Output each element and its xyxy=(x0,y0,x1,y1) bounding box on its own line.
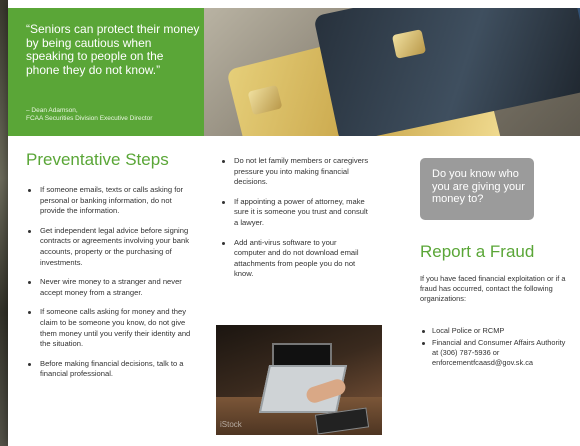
credit-cards-photo xyxy=(204,8,580,136)
list-item: If someone calls asking for money and th… xyxy=(26,307,198,349)
list-item: Get independent legal advice before sign… xyxy=(26,226,198,268)
list-item: Do not let family members or caregivers … xyxy=(220,156,370,188)
callout-text: Do you know who you are giving your mone… xyxy=(432,168,525,205)
quote-author: – Dean Adamson, xyxy=(26,107,78,114)
report-fraud-heading: Report a Fraud xyxy=(420,242,535,261)
quote-attribution: – Dean Adamson, FCAA Securities Division… xyxy=(26,107,204,123)
callout-box: Do you know who you are giving your mone… xyxy=(420,158,534,220)
list-item: Never wire money to a stranger and never… xyxy=(26,277,198,298)
preventative-list-column-2: Do not let family members or caregivers … xyxy=(220,156,370,280)
list-item: Local Police or RCMP xyxy=(420,326,570,336)
report-fraud-list: Local Police or RCMP Financial and Consu… xyxy=(420,326,570,368)
list-item: If appointing a power of attorney, make … xyxy=(220,197,370,229)
quote-panel: “Seniors can protect their money by bein… xyxy=(8,8,204,136)
quote-author-title: FCAA Securities Division Executive Direc… xyxy=(26,115,153,122)
preventative-steps-heading: Preventative Steps xyxy=(26,150,169,169)
laptop-photo: iStock xyxy=(216,325,382,435)
brochure-page: “Seniors can protect their money by bein… xyxy=(8,0,580,446)
list-item: Financial and Consumer Affairs Authority… xyxy=(420,338,570,368)
list-item: Add anti-virus software to your computer… xyxy=(220,238,370,280)
photo-watermark: iStock xyxy=(220,420,242,429)
quote-text: “Seniors can protect their money by bein… xyxy=(26,22,200,77)
report-fraud-text: If you have faced financial exploitation… xyxy=(420,274,566,303)
list-item: If someone emails, texts or calls asking… xyxy=(26,185,198,217)
preventative-list-column-1: If someone emails, texts or calls asking… xyxy=(26,185,198,380)
credit-card-image xyxy=(313,8,580,136)
list-item: Before making financial decisions, talk … xyxy=(26,359,198,380)
